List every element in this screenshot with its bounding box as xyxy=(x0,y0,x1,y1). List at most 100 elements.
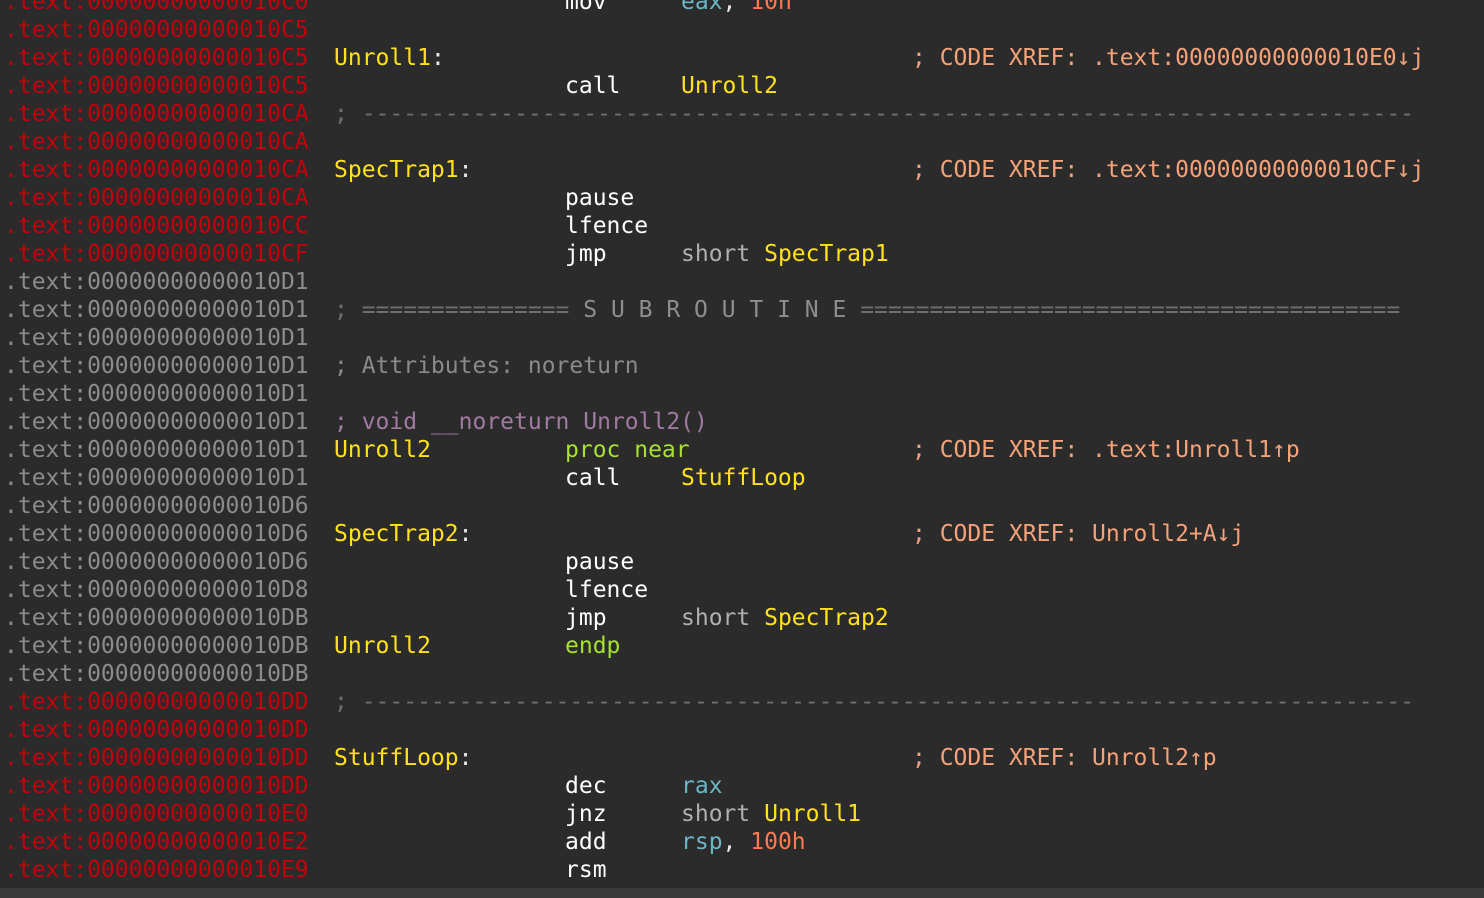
operand[interactable]: Unroll2 xyxy=(681,73,778,99)
address[interactable]: .text:00000000000010D1 xyxy=(4,324,309,352)
listing-line[interactable]: .text:00000000000010D1 ; =============== … xyxy=(0,296,1484,324)
instruction-mnemonic[interactable]: call xyxy=(565,72,620,100)
code-label[interactable]: Unroll2 xyxy=(334,632,431,660)
code-xref-comment[interactable]: ; CODE XREF: .text:Unroll1↑p xyxy=(912,436,1300,464)
address[interactable]: .text:00000000000010D1 xyxy=(4,464,309,492)
instruction-mnemonic[interactable]: mov xyxy=(565,0,607,16)
instruction-mnemonic[interactable]: add xyxy=(565,828,607,856)
listing-line[interactable]: .text:00000000000010D1 xyxy=(0,324,1484,352)
address[interactable]: .text:00000000000010D6 xyxy=(4,520,309,548)
listing-line[interactable]: .text:00000000000010C5 call Unroll2 xyxy=(0,72,1484,100)
code-label-text[interactable]: Unroll2 xyxy=(334,437,431,463)
code-label[interactable]: SpecTrap1: xyxy=(334,156,472,184)
listing-line[interactable]: .text:00000000000010E2 add rsp, 100h xyxy=(0,828,1484,856)
instruction-mnemonic[interactable]: rsm xyxy=(565,856,607,884)
operand[interactable]: eax xyxy=(681,0,723,15)
address[interactable]: .text:00000000000010C5 xyxy=(4,16,309,44)
instruction-mnemonic[interactable]: call xyxy=(565,464,620,492)
code-label-text[interactable]: Unroll1 xyxy=(334,45,431,71)
listing-line[interactable]: .text:00000000000010E0 jnz short Unroll1 xyxy=(0,800,1484,828)
address[interactable]: .text:00000000000010C5 xyxy=(4,72,309,100)
listing-line[interactable]: .text:00000000000010DD xyxy=(0,716,1484,744)
code-label[interactable]: StuffLoop: xyxy=(334,744,472,772)
instruction-operands[interactable]: eax, 10h xyxy=(681,0,792,16)
disassembly-listing[interactable]: .text:00000000000010C0 mov eax, 10h .text:0… xyxy=(0,0,1484,884)
listing-line[interactable]: .text:00000000000010D1 call StuffLoop xyxy=(0,464,1484,492)
address[interactable]: .text:00000000000010E2 xyxy=(4,828,309,856)
address[interactable]: .text:00000000000010CA xyxy=(4,100,309,128)
address[interactable]: .text:00000000000010D1 xyxy=(4,436,309,464)
listing-line[interactable]: .text:00000000000010DB xyxy=(0,660,1484,688)
operand[interactable]: SpecTrap1 xyxy=(764,241,889,267)
listing-line[interactable]: .text:00000000000010C5 xyxy=(0,16,1484,44)
code-label-text[interactable]: StuffLoop xyxy=(334,745,459,771)
listing-line[interactable]: .text:00000000000010CC lfence xyxy=(0,212,1484,240)
address[interactable]: .text:00000000000010D1 xyxy=(4,296,309,324)
instruction-mnemonic[interactable]: jnz xyxy=(565,800,607,828)
address[interactable]: .text:00000000000010DB xyxy=(4,604,309,632)
listing-line[interactable]: .text:00000000000010CA SpecTrap1: ; CODE X… xyxy=(0,156,1484,184)
instruction-operands[interactable]: rsp, 100h xyxy=(681,828,806,856)
code-label[interactable]: Unroll1: xyxy=(334,44,445,72)
code-label-text[interactable]: SpecTrap2 xyxy=(334,521,459,547)
instruction-mnemonic[interactable]: dec xyxy=(565,772,607,800)
listing-line[interactable]: .text:00000000000010DB Unroll2 endp xyxy=(0,632,1484,660)
instruction-mnemonic[interactable]: pause xyxy=(565,184,634,212)
address[interactable]: .text:00000000000010C5 xyxy=(4,44,309,72)
address[interactable]: .text:00000000000010E9 xyxy=(4,856,309,884)
code-label[interactable]: Unroll2 xyxy=(334,436,431,464)
instruction-operands[interactable]: Unroll2 xyxy=(681,72,778,100)
code-label[interactable]: SpecTrap2: xyxy=(334,520,472,548)
address[interactable]: .text:00000000000010DD xyxy=(4,716,309,744)
horizontal-scrollbar[interactable] xyxy=(0,888,1484,898)
instruction-mnemonic[interactable]: endp xyxy=(565,632,620,660)
address[interactable]: .text:00000000000010CA xyxy=(4,156,309,184)
instruction-operands[interactable]: short SpecTrap1 xyxy=(681,240,889,268)
listing-line[interactable]: .text:00000000000010D1 xyxy=(0,380,1484,408)
instruction-mnemonic[interactable]: lfence xyxy=(565,576,648,604)
address[interactable]: .text:00000000000010CF xyxy=(4,240,309,268)
listing-line[interactable]: .text:00000000000010D1 xyxy=(0,268,1484,296)
listing-line[interactable]: .text:00000000000010C0 mov eax, 10h xyxy=(0,0,1484,16)
listing-line[interactable]: .text:00000000000010CA pause xyxy=(0,184,1484,212)
code-label-text[interactable]: SpecTrap1 xyxy=(334,157,459,183)
listing-line[interactable]: .text:00000000000010D8 lfence xyxy=(0,576,1484,604)
operand[interactable]: rsp xyxy=(681,829,723,855)
instruction-operands[interactable]: rax xyxy=(681,772,723,800)
instruction-operands[interactable]: short SpecTrap2 xyxy=(681,604,889,632)
address[interactable]: .text:00000000000010D6 xyxy=(4,492,309,520)
instruction-mnemonic[interactable]: jmp xyxy=(565,604,607,632)
listing-line[interactable]: .text:00000000000010D1 ; void __noreturn … xyxy=(0,408,1484,436)
address[interactable]: .text:00000000000010D6 xyxy=(4,548,309,576)
address[interactable]: .text:00000000000010D1 xyxy=(4,352,309,380)
operand[interactable]: StuffLoop xyxy=(681,465,806,491)
address[interactable]: .text:00000000000010DB xyxy=(4,632,309,660)
operand[interactable]: rax xyxy=(681,773,723,799)
address[interactable]: .text:00000000000010DD xyxy=(4,744,309,772)
address[interactable]: .text:00000000000010D1 xyxy=(4,408,309,436)
listing-line[interactable]: .text:00000000000010D6 SpecTrap2: ; CODE X… xyxy=(0,520,1484,548)
listing-line[interactable]: .text:00000000000010D6 xyxy=(0,492,1484,520)
address[interactable]: .text:00000000000010E0 xyxy=(4,800,309,828)
listing-line[interactable]: .text:00000000000010DD ; ----------------… xyxy=(0,688,1484,716)
listing-line[interactable]: .text:00000000000010CA xyxy=(0,128,1484,156)
instruction-operands[interactable]: short Unroll1 xyxy=(681,800,861,828)
instruction-operands[interactable]: StuffLoop xyxy=(681,464,806,492)
listing-line[interactable]: .text:00000000000010D1 ; Attributes: nore… xyxy=(0,352,1484,380)
code-xref-comment[interactable]: ; CODE XREF: .text:00000000000010E0↓j xyxy=(912,44,1424,72)
code-label-text[interactable]: Unroll2 xyxy=(334,633,431,659)
listing-line[interactable]: .text:00000000000010D6 pause xyxy=(0,548,1484,576)
address[interactable]: .text:00000000000010D1 xyxy=(4,268,309,296)
address[interactable]: .text:00000000000010C0 xyxy=(4,0,309,16)
listing-line[interactable]: .text:00000000000010D1 Unroll2 proc near ; … xyxy=(0,436,1484,464)
address[interactable]: .text:00000000000010DB xyxy=(4,660,309,688)
listing-line[interactable]: .text:00000000000010DD dec rax xyxy=(0,772,1484,800)
address[interactable]: .text:00000000000010CA xyxy=(4,128,309,156)
code-xref-comment[interactable]: ; CODE XREF: .text:00000000000010CF↓j xyxy=(912,156,1424,184)
instruction-mnemonic[interactable]: jmp xyxy=(565,240,607,268)
address[interactable]: .text:00000000000010D1 xyxy=(4,380,309,408)
address[interactable]: .text:00000000000010D8 xyxy=(4,576,309,604)
operand[interactable]: Unroll1 xyxy=(764,801,861,827)
operand[interactable]: SpecTrap2 xyxy=(764,605,889,631)
listing-line[interactable]: .text:00000000000010E9 rsm xyxy=(0,856,1484,884)
